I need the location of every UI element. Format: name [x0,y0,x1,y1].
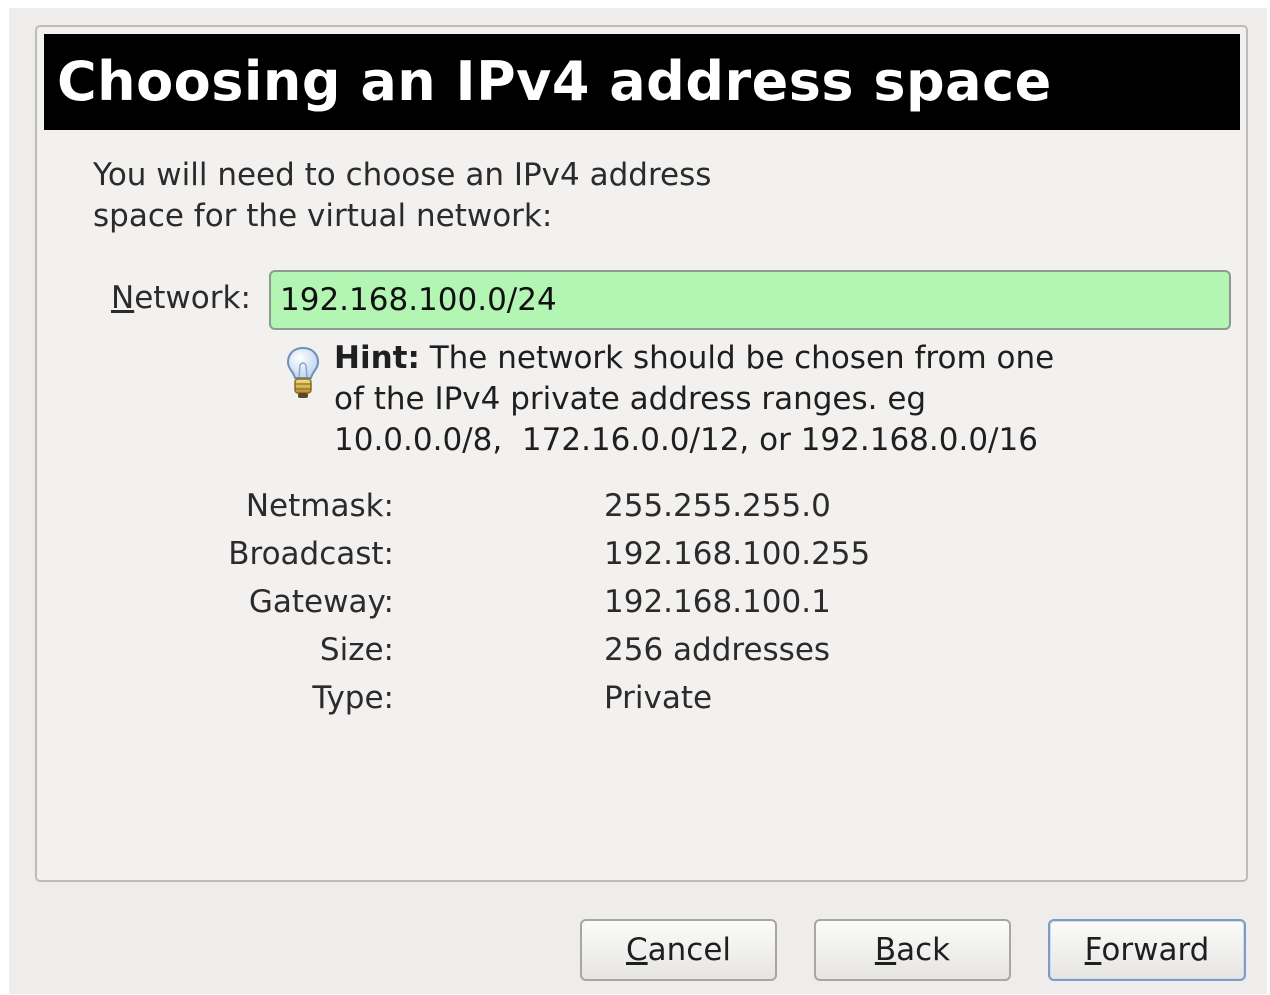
detail-row-type: Type: Private [37,674,1037,722]
create-network-dialog: Choosing an IPv4 address space You will … [9,8,1267,994]
hint-text: Hint: The network should be chosen from … [334,338,1134,461]
gateway-label: Gateway: [248,584,394,620]
back-button[interactable]: Back [814,919,1011,981]
detail-row-gateway: Gateway: 192.168.100.1 [37,578,1037,626]
size-label: Size: [319,632,394,668]
detail-row-size: Size: 256 addresses [37,626,1037,674]
netmask-label: Netmask: [245,488,394,524]
detail-row-netmask: Netmask: 255.255.255.0 [37,482,1037,530]
network-label: Network: [111,278,251,318]
network-input[interactable] [269,270,1231,330]
type-value: Private [604,680,713,716]
type-label: Type: [312,680,394,716]
content-panel: Choosing an IPv4 address space You will … [35,25,1248,882]
hint-line-1-text: The network should be chosen from one [419,340,1055,376]
size-value: 256 addresses [604,632,831,668]
hint-line-3: 10.0.0.0/8, 172.16.0.0/12, or 192.168.0.… [334,422,1038,458]
intro-line-1: You will need to choose an IPv4 address [93,157,712,193]
intro-line-2: space for the virtual network: [93,198,553,234]
lightbulb-icon [286,346,320,398]
netmask-value: 255.255.255.0 [604,488,831,524]
detail-row-broadcast: Broadcast: 192.168.100.255 [37,530,1037,578]
gateway-value: 192.168.100.1 [604,584,831,620]
network-details: Netmask: 255.255.255.0 Broadcast: 192.16… [37,482,1037,722]
page-title: Choosing an IPv4 address space [44,34,1240,130]
forward-label: orward [1101,932,1210,968]
hint-title: Hint: [334,340,420,376]
network-label-mnemonic: N [111,280,135,316]
cancel-mnemonic: C [625,932,648,968]
forward-mnemonic: F [1084,932,1102,968]
broadcast-label: Broadcast: [228,536,394,572]
forward-button[interactable]: Forward [1048,919,1246,981]
cancel-button[interactable]: Cancel [580,919,777,981]
back-label: ack [896,932,951,968]
cancel-label: ancel [647,932,732,968]
hint-line-1: Hint: The network should be chosen from … [334,338,1134,379]
hint-line-2: of the IPv4 private address ranges. eg [334,381,927,417]
network-label-text: etwork: [134,280,251,316]
broadcast-value: 192.168.100.255 [604,536,871,572]
intro-text: You will need to choose an IPv4 address … [93,155,793,237]
back-mnemonic: B [874,932,897,968]
